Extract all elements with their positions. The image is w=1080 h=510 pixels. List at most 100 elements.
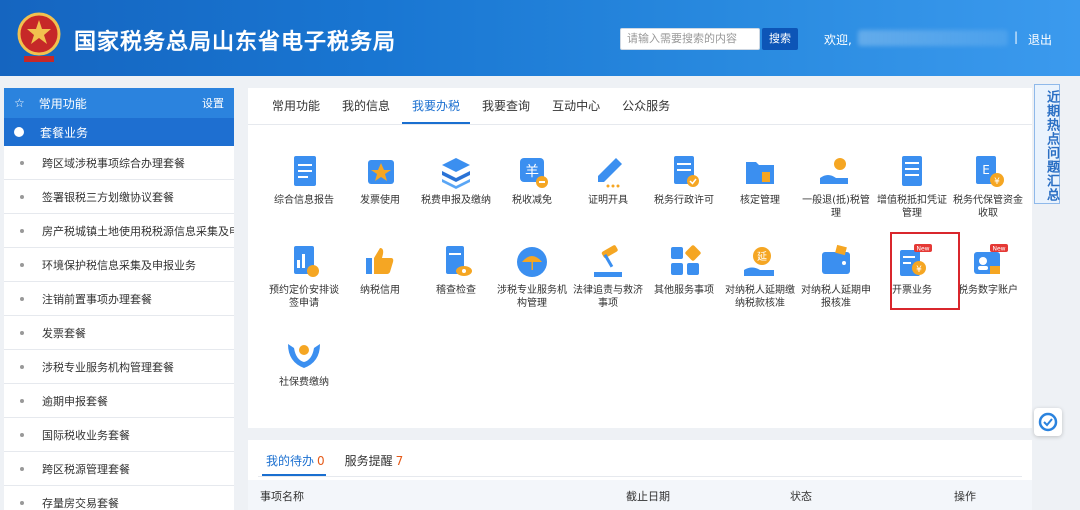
tile-refund[interactable]: 一般退(抵)税管理 (798, 154, 874, 220)
svg-text:羊: 羊 (525, 164, 539, 180)
main-tabs: 常用功能 我的信息 我要办税 我要查询 互动中心 公众服务 (262, 88, 682, 124)
sidebar-item-label: 跨区税源管理套餐 (42, 462, 130, 476)
thumbs-up-icon (366, 248, 394, 274)
main-panel: 常用功能 我的信息 我要办税 我要查询 互动中心 公众服务 综合信息报告 发票使… (248, 88, 1032, 428)
wallet-icon (822, 244, 850, 274)
sidebar-settings-link[interactable]: 设置 (202, 95, 224, 111)
tile-tax-reduction[interactable]: 羊 税收减免 (494, 154, 570, 207)
col-item-name: 事项名称 (260, 490, 304, 503)
bullet-icon (20, 228, 24, 233)
care-hands-icon (288, 344, 320, 368)
sidebar-common-header[interactable]: ☆ 常用功能 设置 (4, 88, 234, 118)
tile-certificate[interactable]: 证明开具 (570, 154, 646, 207)
tab-query[interactable]: 我要查询 (472, 88, 540, 124)
tab-public-service[interactable]: 公众服务 (612, 88, 680, 124)
assistant-float-button[interactable] (1034, 408, 1062, 436)
tile-custody-funds[interactable]: E ¥ 税务代保管资金收取 (950, 154, 1026, 220)
welcome-text: 欢迎, (824, 33, 852, 47)
tile-legal[interactable]: 法律追责与救济事项 (570, 244, 646, 310)
folder-icon (746, 162, 774, 184)
sidebar-item[interactable]: 注销前置事项办理套餐 (4, 282, 234, 316)
col-status: 状态 (790, 490, 812, 503)
tile-other-services[interactable]: 其他服务事项 (646, 244, 722, 297)
tab-service-reminder[interactable]: 服务提醒 7 (345, 452, 404, 469)
package-icon (14, 127, 24, 137)
user-name-redacted (858, 30, 1008, 46)
bullet-icon (20, 296, 24, 301)
bullet-icon (20, 160, 24, 165)
todo-panel: 我的待办 0 服务提醒 7 事项名称 截止日期 状态 操作 (248, 440, 1032, 510)
tile-comprehensive-report[interactable]: 综合信息报告 (266, 154, 342, 207)
assistant-icon (1038, 412, 1058, 432)
sidebar-item[interactable]: 存量房交易套餐 (4, 486, 234, 510)
search-input[interactable]: 请输入需要搜索的内容 (620, 28, 760, 50)
sidebar: ☆ 常用功能 设置 套餐业务 跨区域涉税事项综合办理套餐 签署银税三方划缴协议套… (4, 88, 234, 510)
bullet-icon (20, 500, 24, 505)
tab-my-todo[interactable]: 我的待办 0 (266, 452, 325, 469)
tax-emblem-icon (17, 12, 61, 62)
tile-apa[interactable]: 预约定价安排谈签申请 (266, 244, 342, 310)
sidebar-item[interactable]: 国际税收业务套餐 (4, 418, 234, 452)
sidebar-item-label: 注销前置事项办理套餐 (42, 292, 152, 306)
funds-doc-icon: E¥ (976, 156, 1004, 187)
sidebar-item-label: 存量房交易套餐 (42, 496, 119, 510)
tile-digital-account[interactable]: New 税务数字账户 (950, 244, 1026, 297)
sidebar-item[interactable]: 涉税专业服务机构管理套餐 (4, 350, 234, 384)
svg-text:¥: ¥ (994, 177, 1000, 187)
sidebar-item[interactable]: 房产税城镇土地使用税税源信息采集及申... (4, 214, 234, 248)
sidebar-item-label: 涉税专业服务机构管理套餐 (42, 360, 174, 374)
sidebar-item[interactable]: 跨区税源管理套餐 (4, 452, 234, 486)
deferral-hand-icon: 延 (744, 247, 774, 276)
tile-deferred-payment[interactable]: 延 对纳税人延期缴纳税款核准 (722, 244, 798, 310)
todo-tab-underline (262, 474, 326, 476)
todo-table-header: 事项名称 截止日期 状态 操作 (248, 480, 1032, 510)
receipt-icon (902, 156, 922, 186)
sidebar-item[interactable]: 跨区域涉税事项综合办理套餐 (4, 146, 234, 180)
sidebar-item[interactable]: 环境保护税信息采集及申报业务 (4, 248, 234, 282)
tab-do-tax[interactable]: 我要办税 (402, 88, 471, 124)
layers-icon (442, 158, 470, 189)
bullet-icon (20, 432, 24, 437)
tile-social-insurance[interactable]: 社保费缴纳 (266, 336, 342, 389)
inspection-eye-icon (446, 246, 472, 276)
todo-tabs-divider (258, 476, 1022, 477)
tab-my-info[interactable]: 我的信息 (332, 88, 400, 124)
permit-doc-icon (674, 156, 699, 187)
sidebar-item-label: 跨区域涉税事项综合办理套餐 (42, 156, 185, 170)
sidebar-common-label: 常用功能 (38, 96, 87, 111)
header-separator: | (1014, 30, 1019, 44)
sidebar-item[interactable]: 签署银税三方划缴协议套餐 (4, 180, 234, 214)
tile-assessment[interactable]: 核定管理 (722, 154, 798, 207)
sidebar-package-header[interactable]: 套餐业务 (4, 118, 234, 146)
tab-interaction[interactable]: 互动中心 (542, 88, 610, 124)
svg-text:E: E (982, 163, 990, 177)
tile-tax-filing[interactable]: 税费申报及缴纳 (418, 154, 494, 207)
todo-tabs: 我的待办 0 服务提醒 7 (266, 452, 423, 469)
tile-deferred-filing[interactable]: 对纳税人延期申报核准 (798, 244, 874, 310)
grid-apps-icon (671, 245, 701, 275)
bullet-icon (20, 466, 24, 471)
tile-vat-deduction[interactable]: 增值税抵扣凭证管理 (874, 154, 950, 220)
tax-reduction-icon: 羊 (520, 158, 548, 188)
hot-issues-panel[interactable]: 近期热点问题汇总 (1034, 84, 1060, 204)
tile-agency-mgmt[interactable]: 涉税专业服务机构管理 (494, 244, 570, 310)
gavel-icon (594, 245, 622, 277)
sidebar-item-label: 环境保护税信息采集及申报业务 (42, 258, 196, 272)
bullet-icon (20, 398, 24, 403)
sidebar-item-label: 发票套餐 (42, 326, 86, 340)
bullet-icon (20, 330, 24, 335)
sidebar-package-label: 套餐业务 (40, 125, 89, 140)
umbrella-icon (517, 247, 547, 277)
search-button[interactable]: 搜索 (762, 28, 798, 50)
invoicing-highlight-box (890, 232, 960, 310)
tile-invoice-use[interactable]: 发票使用 (342, 154, 418, 207)
bullet-icon (20, 262, 24, 267)
tile-tax-credit[interactable]: 纳税信用 (342, 244, 418, 297)
logout-link[interactable]: 退出 (1028, 31, 1052, 48)
sidebar-item[interactable]: 发票套餐 (4, 316, 234, 350)
tile-admin-permit[interactable]: 税务行政许可 (646, 154, 722, 207)
svg-text:New: New (992, 246, 1005, 253)
tile-inspection[interactable]: 稽查检查 (418, 244, 494, 297)
sidebar-item[interactable]: 逾期申报套餐 (4, 384, 234, 418)
tab-common[interactable]: 常用功能 (262, 88, 330, 124)
